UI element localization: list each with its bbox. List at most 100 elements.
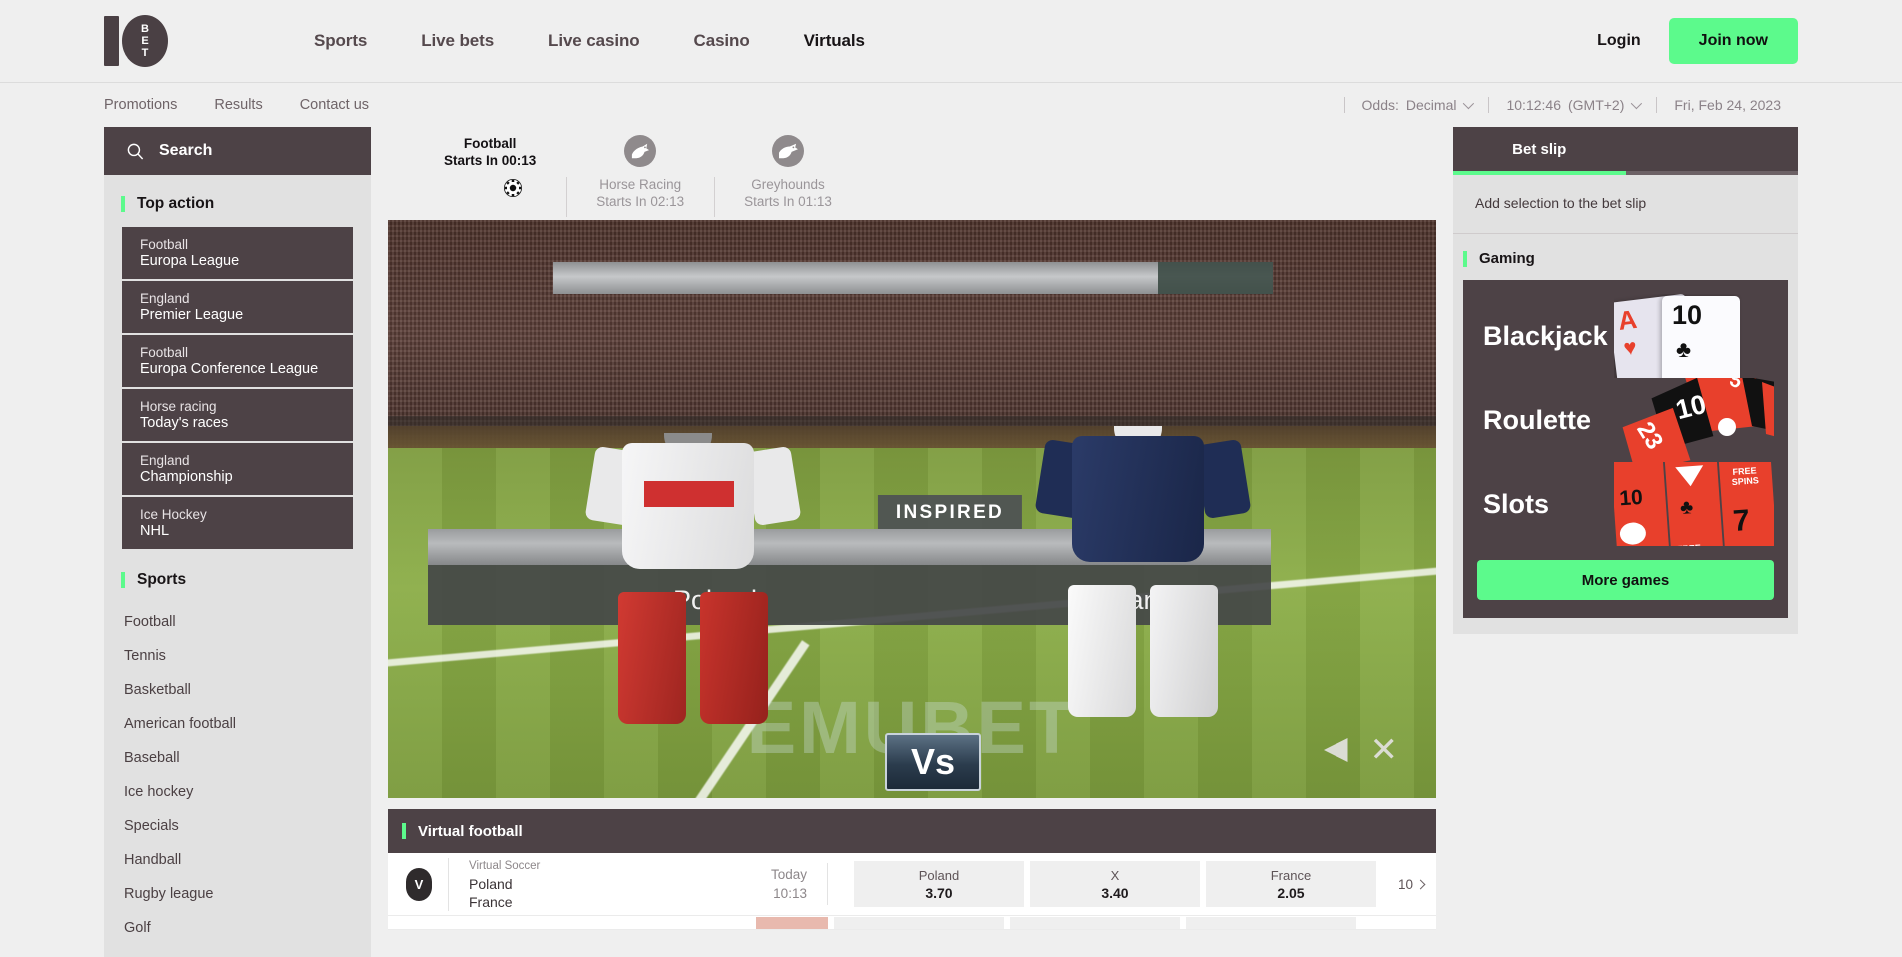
slot-symbol: 10 — [1618, 485, 1644, 511]
top-action-item[interactable]: Football Europa League — [122, 227, 353, 279]
tab-football-countdown: Starts In 00:13 — [444, 153, 537, 168]
nav-item-sports[interactable]: Sports — [287, 31, 394, 51]
logo-zero-circle: BET — [122, 15, 168, 67]
accent-bar — [1463, 250, 1467, 267]
sidebar-item-ice-hockey[interactable]: Ice hockey — [104, 775, 371, 809]
sidebar-item-basketball[interactable]: Basketball — [104, 673, 371, 707]
login-link[interactable]: Login — [1597, 32, 1641, 50]
nav-item-casino[interactable]: Casino — [667, 31, 777, 51]
current-date: Fri, Feb 24, 2023 — [1657, 97, 1798, 113]
top-action-item-league: NHL — [140, 523, 170, 539]
join-now-button[interactable]: Join now — [1668, 18, 1798, 64]
speaker-mute-icon[interactable] — [1323, 734, 1358, 766]
virtual-sport-icon: V — [406, 867, 432, 901]
secondary-nav-bar: Promotions Results Contact us Odds: Deci… — [0, 82, 1902, 127]
clock-value: 10:12:46 — [1506, 97, 1561, 113]
logo-bet-text: BET — [141, 23, 149, 59]
sidebar-item-baseball[interactable]: Baseball — [104, 741, 371, 775]
tab-horse-racing[interactable]: Horse Racing Starts In 02:13 — [566, 135, 714, 217]
sidebar-item-american-football[interactable]: American football — [104, 707, 371, 741]
search-label: Search — [159, 142, 213, 159]
odd-button-draw[interactable]: X 3.40 — [1029, 861, 1200, 907]
top-action-item-category: Football — [140, 237, 189, 252]
tab-bet-slip[interactable]: Bet slip — [1453, 127, 1626, 175]
tab-football[interactable]: Football Starts In 00:13 — [414, 135, 566, 197]
odds-format-selector[interactable]: Odds: Decimal — [1345, 97, 1489, 113]
search-input[interactable]: Search — [104, 127, 371, 175]
odd-button-home[interactable]: Poland 3.70 — [853, 861, 1024, 907]
sidebar-item-specials[interactable]: Specials — [104, 809, 371, 843]
top-action-header: Top action — [104, 175, 371, 227]
away-shirt — [1034, 418, 1252, 563]
more-games-button[interactable]: More games — [1477, 560, 1774, 600]
top-action-item-category: Horse racing — [140, 399, 217, 414]
top-action-item[interactable]: Football Europa Conference League — [122, 335, 353, 387]
odd-value: 3.40 — [1101, 884, 1129, 901]
partial-row-strip — [406, 916, 1356, 929]
secondary-nav-right: Odds: Decimal 10:12:46 (GMT+2) Fri, Feb … — [1343, 97, 1798, 113]
tab-horse-racing-countdown: Starts In 02:13 — [596, 194, 685, 209]
accent-bar — [121, 572, 125, 588]
tab-bet-slip-secondary[interactable] — [1625, 127, 1798, 175]
center-column: Football Starts In 00:13 Horse Racing St… — [371, 127, 1453, 930]
10bet-logo[interactable]: BET — [104, 15, 182, 67]
virtual-sport-tabs: Football Starts In 00:13 Horse Racing St… — [388, 127, 1436, 220]
close-icon[interactable]: ✕ — [1370, 733, 1399, 767]
home-shirt — [584, 425, 802, 570]
right-sidebar: Bet slip Add selection to the bet slip G… — [1453, 127, 1798, 634]
event-time: Today 10:13 — [771, 863, 828, 905]
top-action-item-category: Ice Hockey — [140, 507, 207, 522]
top-action-item-league: Premier League — [140, 307, 244, 323]
gaming-title: Gaming — [1479, 250, 1535, 267]
roulette-ball — [1718, 418, 1736, 436]
chevron-down-icon — [1631, 97, 1643, 110]
home-shorts — [618, 592, 768, 727]
top-action-item-category: Football — [140, 345, 189, 360]
gaming-panel: Gaming Blackjack A ♥ 10 ♣ Roulette 5 10 … — [1453, 234, 1798, 634]
gaming-item-blackjack[interactable]: Blackjack A ♥ 10 ♣ — [1477, 294, 1774, 378]
top-action-item[interactable]: Ice Hockey NHL — [122, 497, 353, 549]
sidebar-item-tennis[interactable]: Tennis — [104, 639, 371, 673]
top-action-list: Football Europa League England Premier L… — [104, 227, 371, 549]
gaming-item-slots[interactable]: Slots 10 ♣ FREE FREE SPINS — [1477, 462, 1774, 546]
subnav-item-results[interactable]: Results — [214, 97, 299, 113]
event-away-team: France — [469, 893, 513, 910]
betslip-empty-message: Add selection to the bet slip — [1453, 175, 1798, 234]
accent-bar — [402, 823, 406, 839]
top-action-item[interactable]: England Championship — [122, 443, 353, 495]
timezone-value: (GMT+2) — [1567, 97, 1625, 113]
slot-symbol: ♣ — [1679, 496, 1694, 519]
nav-item-live-casino[interactable]: Live casino — [521, 31, 667, 51]
sidebar-item-football[interactable]: Football — [104, 605, 371, 639]
odd-button-away[interactable]: France 2.05 — [1205, 861, 1376, 907]
home-team-kit — [584, 425, 802, 727]
chevron-right-icon — [1415, 879, 1426, 889]
more-markets-link[interactable]: 10 — [1376, 877, 1426, 892]
gaming-item-roulette[interactable]: Roulette 5 10 23 — [1477, 378, 1774, 462]
scoreboard-bar-dark — [1158, 262, 1273, 294]
odd-label: Poland — [918, 867, 960, 883]
subnav-item-contact-us[interactable]: Contact us — [300, 97, 406, 113]
event-names[interactable]: Virtual Soccer Poland France — [448, 857, 698, 911]
nav-item-live-bets[interactable]: Live bets — [394, 31, 521, 51]
top-action-title: Top action — [137, 195, 215, 212]
logo-one-bar — [104, 16, 119, 66]
sidebar-item-rugby-league[interactable]: Rugby league — [104, 877, 371, 911]
card-right-rank: 10 — [1672, 300, 1703, 330]
subnav-item-promotions[interactable]: Promotions — [104, 97, 214, 113]
football-icon — [504, 179, 523, 197]
sidebar-item-handball[interactable]: Handball — [104, 843, 371, 877]
event-hour: 10:13 — [773, 886, 807, 901]
top-action-item[interactable]: England Premier League — [122, 281, 353, 333]
nav-item-virtuals[interactable]: Virtuals — [777, 31, 892, 51]
sidebar-item-golf[interactable]: Golf — [104, 911, 371, 945]
main-nav: Sports Live bets Live casino Casino Virt… — [287, 31, 892, 51]
top-action-item[interactable]: Horse racing Today's races — [122, 389, 353, 441]
gaming-item-slots-label: Slots — [1483, 488, 1550, 519]
playing-cards-icon: A ♥ 10 ♣ — [1614, 294, 1774, 378]
tab-greyhounds-countdown: Starts In 01:13 — [744, 194, 832, 209]
virtual-match-video[interactable]: INSPIRED Poland France EMUBET — [388, 220, 1436, 798]
timezone-selector[interactable]: 10:12:46 (GMT+2) — [1489, 97, 1656, 113]
date-value: Fri, Feb 24, 2023 — [1674, 97, 1781, 113]
tab-greyhounds[interactable]: Greyhounds Starts In 01:13 — [714, 135, 862, 217]
